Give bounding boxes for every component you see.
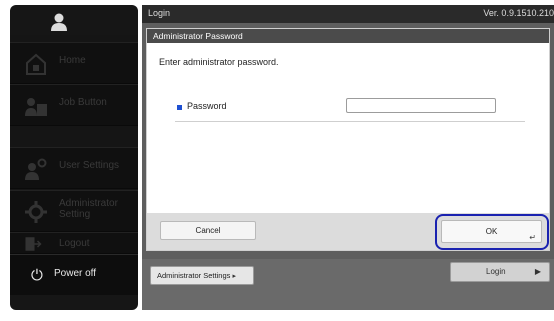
- ok-button[interactable]: OK ↵: [441, 220, 542, 243]
- power-off-label: Power off: [54, 268, 97, 279]
- sidebar-item-label: User Settings: [59, 160, 120, 171]
- play-arrow-icon: ▶: [534, 267, 541, 276]
- bottom-bar: Administrator Settings ▸ Login ▶: [142, 259, 554, 310]
- sidebar-item-administrator-setting[interactable]: Administrator Setting: [10, 190, 138, 232]
- chevron-right-icon: ▸: [232, 273, 236, 280]
- window-title: Login: [148, 8, 171, 18]
- job-button-icon: [25, 98, 47, 116]
- sidebar-item-home[interactable]: Home: [10, 42, 138, 84]
- dialog-title: Administrator Password: [153, 31, 243, 41]
- sidebar-item-user-settings[interactable]: User Settings: [10, 147, 138, 189]
- sidebar-item-job-button[interactable]: Job Button: [10, 84, 138, 126]
- sidebar-spacer: [10, 126, 138, 147]
- dialog-footer: Cancel OK ↵: [147, 213, 549, 250]
- power-off-button[interactable]: ⏻ Power off: [10, 254, 138, 295]
- cancel-button[interactable]: Cancel: [160, 221, 256, 240]
- title-bar: Login Ver. 0.9.1510.210: [142, 5, 554, 23]
- version-label: Ver. 0.9.1510.210: [483, 8, 554, 18]
- dialog-header: Administrator Password: [147, 29, 549, 43]
- dialog-body: Enter administrator password. Password: [147, 43, 549, 213]
- sidebar: Home Job Button User Settings Administra…: [10, 5, 138, 310]
- sidebar-spacer: [10, 35, 138, 42]
- divider: [175, 121, 525, 122]
- logout-icon: [25, 237, 42, 251]
- sidebar-item-label: Home: [59, 55, 86, 66]
- home-icon: [26, 53, 46, 75]
- enter-key-icon: ↵: [529, 233, 536, 242]
- admin-password-dialog: Administrator Password Enter administrat…: [146, 28, 550, 251]
- field-bullet-icon: [177, 105, 182, 110]
- login-button[interactable]: Login ▶: [450, 262, 550, 282]
- sidebar-item-label: Job Button: [59, 97, 107, 108]
- administrator-settings-label: Administrator Settings: [157, 271, 231, 280]
- ok-label: OK: [485, 227, 498, 236]
- login-label: Login: [486, 267, 506, 276]
- sidebar-item-logout[interactable]: Logout: [10, 232, 138, 254]
- main-panel: Login Ver. 0.9.1510.210 Administrator Pa…: [142, 5, 554, 310]
- password-label: Password: [187, 101, 227, 111]
- administrator-settings-button[interactable]: Administrator Settings ▸: [150, 266, 254, 285]
- password-input[interactable]: [346, 98, 496, 113]
- sidebar-item-label: Logout: [59, 238, 90, 249]
- screen: Home Job Button User Settings Administra…: [0, 0, 554, 321]
- dialog-prompt: Enter administrator password.: [159, 57, 279, 67]
- sidebar-item-label: Administrator Setting: [59, 198, 118, 220]
- user-settings-icon: [25, 158, 47, 180]
- power-icon: ⏻: [31, 266, 43, 284]
- user-profile-icon[interactable]: [50, 11, 68, 33]
- admin-gear-icon: [25, 201, 47, 223]
